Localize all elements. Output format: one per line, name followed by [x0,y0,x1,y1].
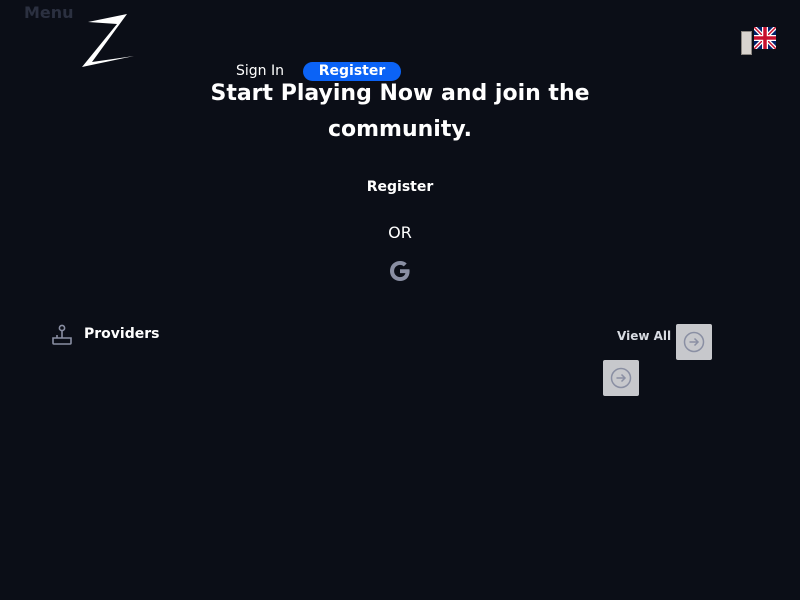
view-all-link[interactable]: View All [617,329,671,343]
uk-flag-icon[interactable] [754,27,776,49]
next-arrow-button[interactable] [676,324,712,360]
z-logo-icon[interactable] [80,12,136,70]
arrow-right-circle-icon [610,367,632,389]
joystick-icon [52,324,72,345]
providers-heading: Providers [84,326,160,342]
hero-register-button[interactable]: Register [350,179,450,195]
next-arrow-button-secondary[interactable] [603,360,639,396]
google-icon[interactable] [388,259,412,283]
arrow-right-circle-icon [683,331,705,353]
menu-button[interactable]: Menu [24,3,74,22]
or-divider: OR [388,223,412,242]
language-selector[interactable] [741,31,752,55]
hero-headline: Start Playing Now and join the community… [210,81,590,142]
landing-page: Menu Sign In Register Start Playing Now … [0,0,800,600]
